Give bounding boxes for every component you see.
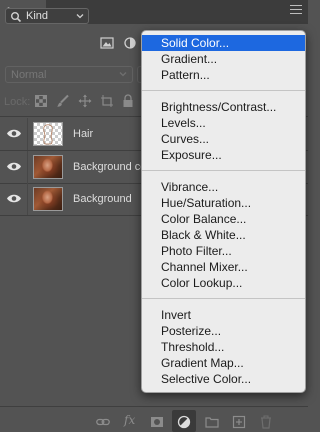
lock-label: Lock:: [4, 96, 31, 108]
adjustment-layer-icon[interactable]: [177, 415, 191, 429]
menu-item[interactable]: Channel Mixer...: [142, 259, 305, 275]
menu-item[interactable]: Solid Color...: [142, 35, 305, 51]
search-icon: [11, 12, 22, 23]
layers-footer: fx: [0, 406, 308, 432]
menu-item[interactable]: Color Balance...: [142, 211, 305, 227]
layer-thumbnail: [33, 187, 63, 211]
fx-icon[interactable]: fx: [124, 413, 138, 427]
menu-item[interactable]: Hue/Saturation...: [142, 195, 305, 211]
kind-filter-select[interactable]: Kind: [5, 8, 89, 24]
menu-item[interactable]: Levels...: [142, 115, 305, 131]
menu-item[interactable]: Color Lookup...: [142, 275, 305, 291]
visibility-eye-icon[interactable]: [6, 128, 22, 139]
menu-item[interactable]: Selective Color...: [142, 371, 305, 387]
menu-separator: [142, 90, 305, 91]
chevron-down-icon: [119, 72, 127, 77]
new-layer-icon[interactable]: [232, 415, 246, 429]
add-mask-icon[interactable]: [150, 415, 164, 429]
menu-item[interactable]: Brightness/Contrast...: [142, 99, 305, 115]
menu-item[interactable]: Exposure...: [142, 147, 305, 163]
layer-name[interactable]: Hair: [73, 128, 93, 140]
lock-transparent-icon[interactable]: [34, 94, 48, 108]
layer-thumbnail: [33, 155, 63, 179]
menu-item[interactable]: Vibrance...: [142, 179, 305, 195]
lock-all-icon[interactable]: [121, 94, 135, 108]
menu-item[interactable]: Posterize...: [142, 323, 305, 339]
layer-thumbnail: [33, 122, 63, 146]
menu-item[interactable]: Gradient Map...: [142, 355, 305, 371]
menu-separator: [142, 298, 305, 299]
lock-artboard-icon[interactable]: [100, 94, 114, 108]
divider: [27, 183, 28, 215]
hair-silhouette-icon: [43, 124, 53, 145]
new-group-icon[interactable]: [205, 415, 219, 429]
layer-name[interactable]: Background co: [73, 161, 146, 173]
lock-image-icon[interactable]: [56, 94, 70, 108]
trash-icon[interactable]: [259, 415, 273, 429]
chevron-down-icon: [76, 14, 84, 19]
layer-name[interactable]: Background: [73, 193, 132, 205]
adjustment-filter-icon[interactable]: [123, 37, 137, 49]
menu-item[interactable]: Black & White...: [142, 227, 305, 243]
link-layers-icon[interactable]: [96, 415, 110, 429]
menu-item[interactable]: Pattern...: [142, 67, 305, 83]
lock-position-icon[interactable]: [78, 94, 92, 108]
adjustment-layer-menu: Solid Color... Gradient... Pattern... Brigh…: [141, 30, 306, 393]
menu-item[interactable]: Threshold...: [142, 339, 305, 355]
kind-filter-label: Kind: [26, 10, 49, 22]
menu-item[interactable]: Invert: [142, 307, 305, 323]
menu-item[interactable]: Gradient...: [142, 51, 305, 67]
blend-mode-label: Normal: [11, 69, 47, 81]
menu-item[interactable]: Curves...: [142, 131, 305, 147]
menu-item[interactable]: Photo Filter...: [142, 243, 305, 259]
divider: [27, 118, 28, 150]
hamburger-icon[interactable]: [290, 5, 302, 17]
menu-separator: [142, 170, 305, 171]
visibility-eye-icon[interactable]: [6, 193, 22, 204]
divider: [27, 151, 28, 183]
blend-mode-select[interactable]: Normal: [5, 66, 133, 83]
image-filter-icon[interactable]: [100, 37, 114, 49]
visibility-eye-icon[interactable]: [6, 161, 22, 172]
